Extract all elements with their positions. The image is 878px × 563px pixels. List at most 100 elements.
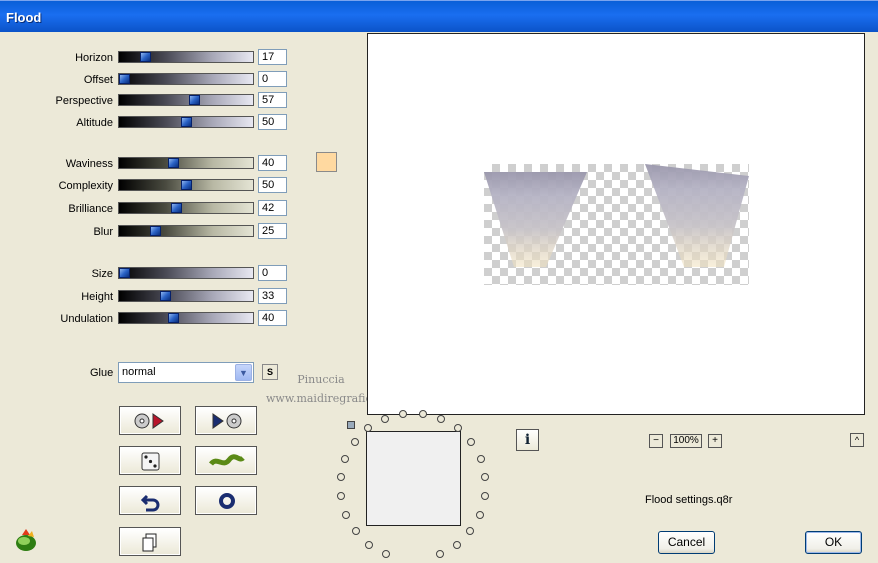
- brilliance-label: Brilliance: [68, 203, 113, 215]
- arrow-to-disk-icon: [212, 413, 242, 429]
- horizon-value-field[interactable]: 17: [258, 49, 287, 65]
- brilliance-slider[interactable]: [118, 202, 254, 214]
- perspective-slider[interactable]: [118, 94, 254, 106]
- waviness-value-field[interactable]: 40: [258, 155, 287, 171]
- offset-slider-thumb[interactable]: [119, 74, 130, 84]
- perspective-slider-thumb[interactable]: [189, 95, 200, 105]
- size-row: Size: [0, 266, 113, 284]
- random-button[interactable]: [119, 446, 181, 475]
- nav-dot[interactable]: [382, 550, 390, 558]
- blur-value-field[interactable]: 25: [258, 223, 287, 239]
- nav-dot[interactable]: [481, 492, 489, 500]
- perspective-row: Perspective: [0, 93, 113, 111]
- undo-button[interactable]: [119, 486, 181, 515]
- waviness-row: Waviness: [0, 156, 113, 174]
- height-slider-thumb[interactable]: [160, 291, 171, 301]
- nav-dot[interactable]: [341, 455, 349, 463]
- horizon-label: Horizon: [75, 52, 113, 64]
- preview-canvas[interactable]: [367, 33, 865, 415]
- color-swatch[interactable]: [316, 152, 337, 172]
- blur-slider[interactable]: [118, 225, 254, 237]
- glue-select[interactable]: normal ▼: [118, 362, 254, 383]
- blur-slider-thumb[interactable]: [150, 226, 161, 236]
- window-title: Flood: [6, 10, 42, 25]
- nav-dot[interactable]: [365, 541, 373, 549]
- altitude-slider[interactable]: [118, 116, 254, 128]
- ok-button[interactable]: OK: [805, 531, 862, 554]
- nav-dot[interactable]: [454, 424, 462, 432]
- nav-dot[interactable]: [477, 455, 485, 463]
- nav-dot[interactable]: [466, 527, 474, 535]
- zoom-in-button[interactable]: +: [708, 434, 722, 448]
- dice-icon: [141, 452, 160, 471]
- perspective-label: Perspective: [55, 95, 113, 107]
- nav-dot[interactable]: [437, 415, 445, 423]
- reset-button[interactable]: [195, 486, 257, 515]
- watermark-url: www.maidiregrafica.eu: [266, 392, 396, 405]
- nav-dot[interactable]: [453, 541, 461, 549]
- undulation-slider[interactable]: [118, 312, 254, 324]
- undo-icon: [140, 494, 160, 512]
- nav-dot[interactable]: [342, 511, 350, 519]
- horizon-slider-thumb[interactable]: [140, 52, 151, 62]
- copy-button[interactable]: [119, 527, 181, 556]
- nav-dot[interactable]: [419, 410, 427, 418]
- title-bar[interactable]: Flood: [0, 0, 878, 32]
- complexity-slider[interactable]: [118, 179, 254, 191]
- altitude-value-field[interactable]: 50: [258, 114, 287, 130]
- size-value-field[interactable]: 0: [258, 265, 287, 281]
- brilliance-value-field[interactable]: 42: [258, 200, 287, 216]
- nav-dot[interactable]: [352, 527, 360, 535]
- size-label: Size: [91, 268, 113, 280]
- blur-row: Blur: [0, 224, 113, 242]
- preview-image: [484, 164, 749, 285]
- complexity-slider-thumb[interactable]: [181, 180, 192, 190]
- offset-slider[interactable]: [118, 73, 254, 85]
- nav-dot[interactable]: [436, 550, 444, 558]
- horizon-slider[interactable]: [118, 51, 254, 63]
- waviness-slider[interactable]: [118, 157, 254, 169]
- thumbnail-preview[interactable]: [366, 431, 461, 526]
- altitude-slider-thumb[interactable]: [181, 117, 192, 127]
- nav-dot[interactable]: [364, 424, 372, 432]
- settings-filename: Flood settings.q8r: [645, 494, 733, 506]
- height-slider[interactable]: [118, 290, 254, 302]
- nav-dot-selected[interactable]: [347, 421, 355, 429]
- collapse-button[interactable]: ^: [850, 433, 864, 447]
- offset-value-field[interactable]: 0: [258, 71, 287, 87]
- app-logo-icon: [16, 529, 36, 551]
- horizon-row: Horizon: [0, 50, 113, 68]
- altitude-label: Altitude: [76, 117, 113, 129]
- disk-to-arrow-icon: [134, 413, 164, 429]
- offset-row: Offset: [0, 72, 113, 90]
- zoom-level: 100%: [670, 434, 702, 448]
- nav-dot[interactable]: [399, 410, 407, 418]
- nav-dot[interactable]: [351, 438, 359, 446]
- glue-select-value: normal: [122, 366, 156, 378]
- brilliance-slider-thumb[interactable]: [171, 203, 182, 213]
- chevron-down-icon[interactable]: ▼: [235, 364, 252, 381]
- undulation-row: Undulation: [0, 311, 113, 329]
- perspective-value-field[interactable]: 57: [258, 92, 287, 108]
- load-settings-button[interactable]: [119, 406, 181, 435]
- undulation-value-field[interactable]: 40: [258, 310, 287, 326]
- nav-dot[interactable]: [337, 473, 345, 481]
- undulation-slider-thumb[interactable]: [168, 313, 179, 323]
- zoom-out-button[interactable]: −: [649, 434, 663, 448]
- wave-button[interactable]: [195, 446, 257, 475]
- size-slider[interactable]: [118, 267, 254, 279]
- nav-dot[interactable]: [381, 415, 389, 423]
- nav-dot[interactable]: [467, 438, 475, 446]
- wave-icon: [209, 454, 245, 466]
- cancel-button[interactable]: Cancel: [658, 531, 715, 554]
- size-slider-thumb[interactable]: [119, 268, 130, 278]
- nav-dot[interactable]: [337, 492, 345, 500]
- complexity-value-field[interactable]: 50: [258, 177, 287, 193]
- waviness-slider-thumb[interactable]: [168, 158, 179, 168]
- save-settings-button[interactable]: [195, 406, 257, 435]
- height-value-field[interactable]: 33: [258, 288, 287, 304]
- nav-dot[interactable]: [476, 511, 484, 519]
- info-button[interactable]: i: [516, 429, 539, 451]
- copy-icon: [142, 533, 157, 552]
- nav-dot[interactable]: [481, 473, 489, 481]
